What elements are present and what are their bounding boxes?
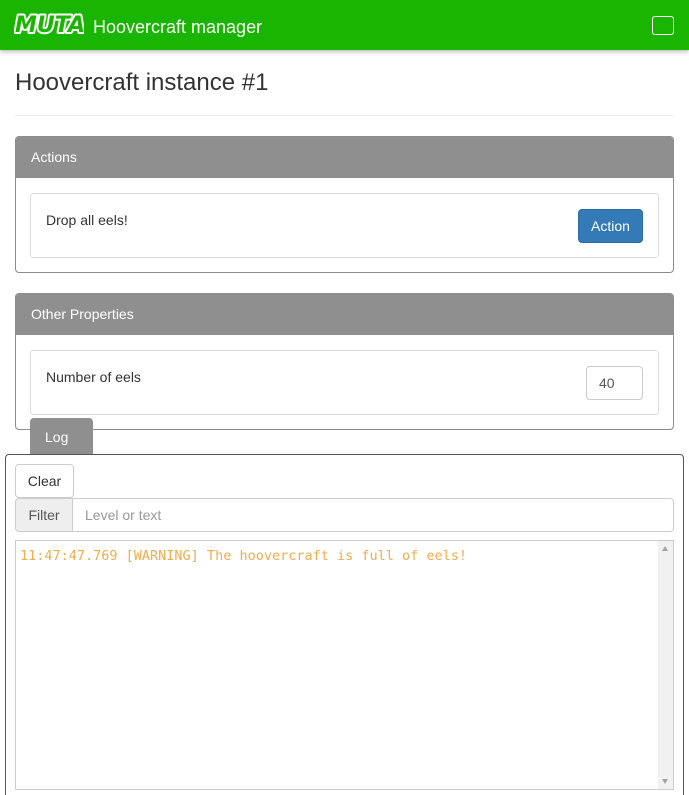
menu-toggle-icon[interactable] (652, 16, 674, 35)
muta-logo: MUTA MUTA (14, 12, 84, 36)
other-properties-panel: Other Properties Number of eels (15, 293, 674, 430)
actions-panel: Actions Drop all eels! Action (15, 136, 674, 273)
navbar: MUTA MUTA Hoovercraft manager (0, 0, 689, 50)
log-entry: 11:47:47.769 [WARNING] The hoovercraft i… (20, 548, 468, 564)
filter-label: Filter (15, 498, 73, 532)
log-output[interactable]: 11:47:47.769 [WARNING] The hoovercraft i… (15, 540, 674, 790)
property-card-number-of-eels: Number of eels (30, 350, 659, 415)
filter-group: Filter (15, 498, 674, 532)
filter-input[interactable] (73, 498, 674, 532)
page-title: Hoovercraft instance #1 (15, 69, 269, 96)
log-panel: Clear Filter 11:47:47.769 [WARNING] The … (5, 454, 684, 795)
scroll-up-arrow-icon[interactable] (662, 546, 668, 551)
number-of-eels-input[interactable] (586, 366, 643, 400)
log-scrollbar[interactable] (658, 541, 673, 789)
other-properties-heading: Other Properties (16, 294, 673, 335)
app-title[interactable]: Hoovercraft manager (93, 16, 262, 38)
clear-button[interactable]: Clear (15, 464, 74, 498)
scroll-down-arrow-icon[interactable] (662, 779, 668, 784)
svg-text:MUTA: MUTA (15, 13, 84, 36)
action-card-drop-eels: Drop all eels! Action (30, 193, 659, 258)
action-button[interactable]: Action (578, 209, 643, 243)
property-label: Number of eels (46, 369, 141, 385)
tab-log[interactable]: Log (30, 418, 93, 455)
action-label: Drop all eels! (46, 212, 128, 228)
actions-panel-heading: Actions (16, 137, 673, 178)
title-divider (15, 115, 674, 116)
